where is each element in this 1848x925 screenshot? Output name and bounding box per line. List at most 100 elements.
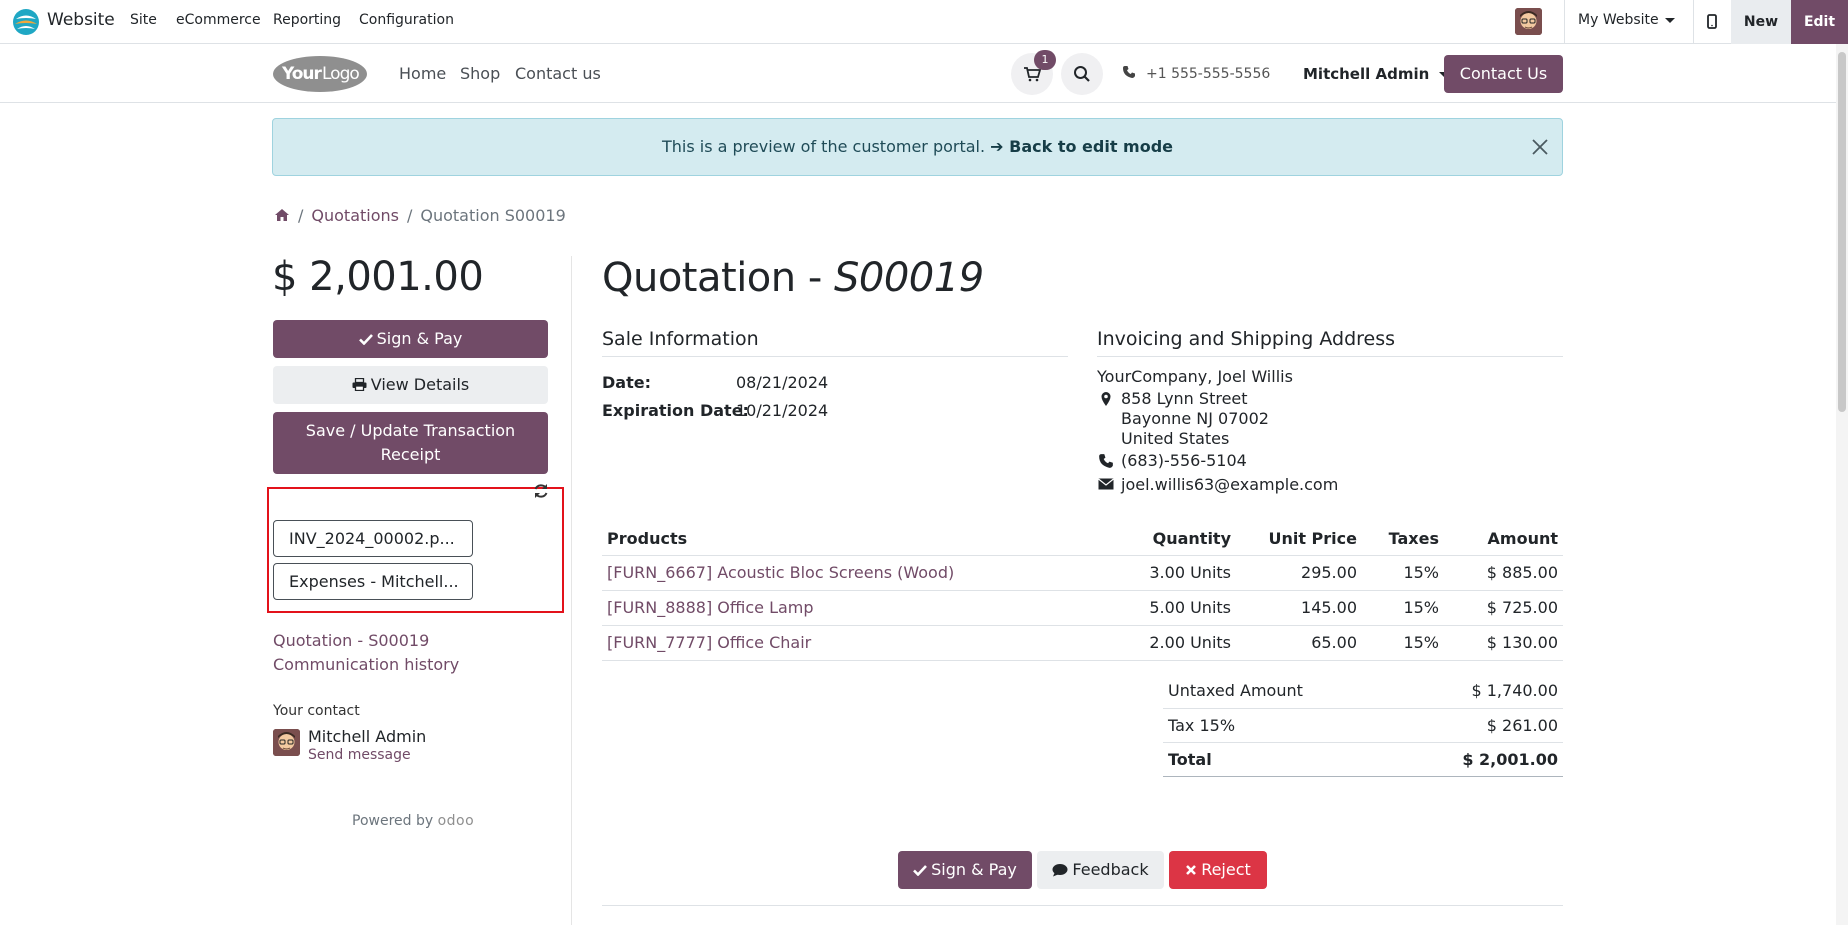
total-label: Total: [1163, 742, 1395, 777]
view-details-button[interactable]: View Details: [273, 366, 548, 404]
mobile-icon: [1707, 14, 1717, 29]
contact-us-button[interactable]: Contact Us: [1444, 55, 1563, 93]
user-menu[interactable]: Mitchell Admin: [1303, 65, 1450, 83]
your-logo[interactable]: Your Logo: [272, 53, 368, 93]
feedback-label: Feedback: [1072, 860, 1149, 879]
sidebar-divider: [571, 256, 572, 925]
untaxed-label: Untaxed Amount: [1163, 674, 1395, 709]
title-reference: S00019: [834, 255, 984, 301]
sign-pay-button[interactable]: Sign & Pay: [898, 851, 1032, 889]
total-row: Total $ 2,001.00: [1163, 742, 1563, 777]
attachment-invoice[interactable]: INV_2024_00002.p...: [273, 520, 473, 557]
breadcrumb: / Quotations / Quotation S00019: [274, 206, 566, 225]
home-icon[interactable]: [274, 208, 290, 222]
title-prefix: Quotation -: [602, 255, 822, 301]
quantity: 3.00 Units: [1116, 555, 1236, 591]
sidebar-sign-pay-button[interactable]: Sign & Pay: [273, 320, 548, 358]
untaxed-value: $ 1,740.00: [1394, 674, 1563, 709]
address-city: Bayonne NJ 07002: [1121, 409, 1269, 428]
address-phone: (683)-556-5104: [1121, 451, 1247, 470]
admin-navbar: Website Site eCommerce Reporting Configu…: [0, 0, 1848, 44]
sign-pay-label: Sign & Pay: [931, 860, 1017, 879]
quotation-history-link[interactable]: Quotation - S00019: [273, 631, 429, 650]
amount: $ 725.00: [1444, 590, 1563, 626]
expiration-date-label: Expiration Date:: [602, 401, 749, 420]
quotation-title: Quotation - S00019: [602, 255, 984, 301]
user-avatar[interactable]: [1515, 8, 1542, 35]
nav-home[interactable]: Home: [399, 64, 446, 83]
map-marker-icon: [1098, 391, 1114, 407]
svg-text:Logo: Logo: [322, 64, 359, 84]
edit-button[interactable]: Edit: [1791, 0, 1848, 44]
col-taxes: Taxes: [1362, 522, 1444, 556]
untaxed-row: Untaxed Amount $ 1,740.00: [1163, 674, 1563, 709]
send-message-link[interactable]: Send message: [308, 747, 411, 763]
phone-number[interactable]: +1 555-555-5556: [1122, 65, 1270, 82]
nav-shop[interactable]: Shop: [460, 64, 500, 83]
attachment-expenses[interactable]: Expenses - Mitchell...: [273, 563, 473, 600]
col-quantity: Quantity: [1116, 522, 1236, 556]
times-icon: [1186, 865, 1197, 875]
odoo-logo[interactable]: odoo: [438, 813, 475, 829]
feedback-button[interactable]: Feedback: [1037, 851, 1164, 889]
address-street: 858 Lynn Street: [1121, 389, 1248, 408]
product-name[interactable]: [FURN_6667] Acoustic Bloc Screens (Wood): [602, 555, 1116, 591]
user-name: Mitchell Admin: [1303, 65, 1430, 83]
address-company: YourCompany, Joel Willis: [1097, 367, 1293, 386]
website-header: Your Logo Home Shop Contact us 1 +1 555-…: [0, 44, 1848, 103]
preview-alert: This is a preview of the customer portal…: [272, 118, 1563, 176]
breadcrumb-current: Quotation S00019: [420, 206, 566, 225]
product-name[interactable]: [FURN_8888] Office Lamp: [602, 590, 1116, 626]
sale-information-heading: Sale Information: [602, 328, 759, 350]
product-name[interactable]: [FURN_7777] Office Chair: [602, 625, 1116, 661]
app-name[interactable]: Website: [47, 10, 115, 30]
taxes: 15%: [1362, 625, 1444, 661]
caret-down-icon: [1664, 17, 1675, 23]
address-country: United States: [1121, 429, 1230, 448]
address-heading: Invoicing and Shipping Address: [1097, 328, 1396, 350]
tax-value: $ 261.00: [1394, 708, 1563, 743]
total-amount: $ 2,001.00: [272, 254, 484, 300]
taxes: 15%: [1362, 590, 1444, 626]
menu-site[interactable]: Site: [130, 12, 157, 28]
menu-ecommerce[interactable]: eCommerce: [176, 12, 261, 28]
mobile-preview-button[interactable]: [1693, 0, 1731, 44]
website-selector-label: My Website: [1578, 12, 1659, 28]
quantity: 2.00 Units: [1116, 625, 1236, 661]
refresh-icon[interactable]: [533, 482, 549, 500]
amount: $ 885.00: [1444, 555, 1563, 591]
envelope-icon: [1098, 477, 1114, 493]
scrollbar-thumb[interactable]: [1838, 52, 1846, 412]
breadcrumb-quotations[interactable]: Quotations: [311, 206, 399, 225]
reject-button[interactable]: Reject: [1169, 851, 1267, 889]
divider: [602, 356, 1068, 357]
contact-avatar: [273, 729, 300, 756]
back-to-edit-link[interactable]: ➔ Back to edit mode: [990, 137, 1173, 156]
phone-icon: [1123, 66, 1135, 78]
communication-history-link[interactable]: Communication history: [273, 655, 459, 674]
quantity: 5.00 Units: [1116, 590, 1236, 626]
check-icon: [913, 865, 928, 876]
save-update-receipt-button[interactable]: Save / Update Transaction Receipt: [273, 412, 548, 474]
col-unit-price: Unit Price: [1236, 522, 1362, 556]
totals-table: Untaxed Amount $ 1,740.00 Tax 15% $ 261.…: [1163, 674, 1563, 777]
page-scrollbar[interactable]: [1836, 44, 1848, 925]
website-app-icon[interactable]: [12, 8, 40, 36]
tax-label: Tax 15%: [1163, 708, 1395, 743]
table-row: [FURN_7777] Office Chair 2.00 Units 65.0…: [602, 625, 1563, 661]
new-button[interactable]: New: [1731, 0, 1791, 44]
close-icon[interactable]: [1530, 137, 1550, 157]
table-row: [FURN_8888] Office Lamp 5.00 Units 145.0…: [602, 590, 1563, 626]
divider: [1564, 0, 1565, 44]
date-label: Date:: [602, 373, 651, 392]
search-button[interactable]: [1061, 53, 1103, 95]
website-selector[interactable]: My Website: [1578, 12, 1675, 28]
tax-row: Tax 15% $ 261.00: [1163, 708, 1563, 743]
unit-price: 295.00: [1236, 555, 1362, 591]
cart-count-badge: 1: [1034, 50, 1056, 70]
nav-contact-us[interactable]: Contact us: [515, 64, 601, 83]
menu-reporting[interactable]: Reporting: [273, 12, 341, 28]
svg-text:Your: Your: [281, 64, 323, 84]
expiration-date-value: 10/21/2024: [736, 401, 829, 420]
menu-configuration[interactable]: Configuration: [359, 12, 454, 28]
